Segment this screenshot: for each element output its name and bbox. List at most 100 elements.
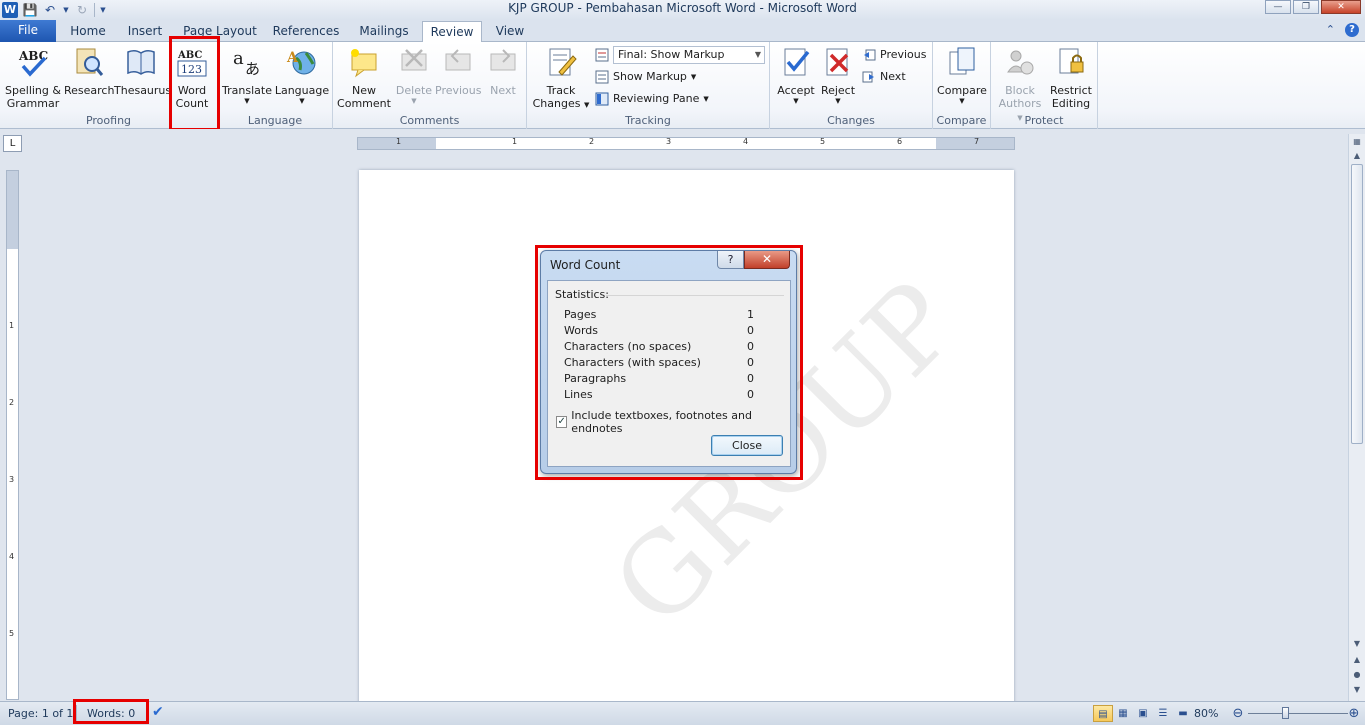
include-textboxes-checkbox-row[interactable]: ✓ Include textboxes, footnotes and endno… bbox=[556, 409, 790, 435]
print-layout-view-icon[interactable]: ▤ bbox=[1093, 705, 1113, 722]
help-icon[interactable]: ? bbox=[1345, 23, 1359, 37]
previous-page-icon[interactable]: ▲ bbox=[1351, 654, 1363, 666]
tab-mailings[interactable]: Mailings bbox=[352, 21, 416, 42]
proofing-status-icon[interactable]: ✔ bbox=[152, 704, 164, 720]
dialog-help-button[interactable]: ? bbox=[717, 251, 744, 269]
new-comment-icon bbox=[348, 46, 380, 78]
reviewing-pane-button[interactable]: Reviewing Pane ▼ bbox=[595, 90, 709, 108]
show-markup-icon bbox=[595, 70, 609, 84]
zoom-level[interactable]: 80% bbox=[1194, 707, 1218, 720]
restrict-editing-button[interactable]: Restrict Editing bbox=[1047, 46, 1095, 110]
statistics-label: Statistics: bbox=[555, 288, 609, 301]
tab-insert[interactable]: Insert bbox=[120, 21, 170, 42]
draft-view-icon[interactable]: ▬ bbox=[1173, 705, 1193, 722]
tab-home[interactable]: Home bbox=[62, 21, 114, 42]
research-button[interactable]: Research bbox=[64, 46, 114, 97]
delete-dropdown-icon: ▼ bbox=[411, 97, 417, 105]
spelling-grammar-button[interactable]: ABC Spelling & Grammar bbox=[4, 46, 62, 110]
tab-review[interactable]: Review bbox=[422, 21, 482, 43]
chevron-down-icon: ▼ bbox=[754, 50, 761, 59]
window-title: KJP GROUP - Pembahasan Microsoft Word - … bbox=[508, 1, 857, 15]
previous-comment-button[interactable]: Previous bbox=[435, 46, 482, 97]
research-icon bbox=[72, 46, 104, 78]
minimize-button[interactable]: — bbox=[1265, 0, 1291, 14]
reviewing-pane-icon bbox=[595, 92, 609, 106]
group-proofing: ABC Spelling & Grammar Research Thesauru… bbox=[0, 42, 218, 129]
zoom-out-icon[interactable]: ⊖ bbox=[1228, 705, 1248, 722]
scroll-down-icon[interactable]: ▼ bbox=[1351, 638, 1363, 650]
tab-page-layout[interactable]: Page Layout bbox=[180, 21, 260, 42]
outline-view-icon[interactable]: ☰ bbox=[1153, 705, 1173, 722]
tab-references[interactable]: References bbox=[268, 21, 344, 42]
ruler-number: 6 bbox=[897, 137, 903, 146]
restore-button[interactable]: ❐ bbox=[1293, 0, 1319, 14]
ruler-number: 4 bbox=[9, 552, 15, 561]
page-indicator[interactable]: Page: 1 of 1 bbox=[8, 707, 73, 720]
word-count-indicator[interactable]: Words: 0 bbox=[87, 707, 135, 720]
zoom-in-icon[interactable]: ⊕ bbox=[1344, 705, 1364, 722]
full-screen-reading-icon[interactable]: ▦ bbox=[1113, 705, 1133, 722]
include-textboxes-checkbox[interactable]: ✓ bbox=[556, 416, 568, 428]
reject-button[interactable]: Reject ▼ bbox=[818, 46, 858, 105]
horizontal-ruler[interactable]: 1 1 2 3 4 5 6 7 bbox=[357, 137, 1015, 150]
dialog-close-x-button[interactable]: ✕ bbox=[744, 251, 790, 269]
svg-text:A: A bbox=[286, 50, 299, 66]
scrollbar-thumb[interactable] bbox=[1351, 164, 1363, 444]
stat-row-characters-with-spaces: Characters (with spaces) 0 bbox=[564, 356, 754, 369]
scroll-up-icon[interactable]: ▲ bbox=[1351, 150, 1363, 162]
dialog-body: Statistics: Pages 1 Words 0 Characters (no… bbox=[547, 280, 791, 467]
stat-row-words: Words 0 bbox=[564, 324, 754, 337]
ruler-top-margin bbox=[7, 171, 18, 249]
zoom-slider-thumb[interactable] bbox=[1282, 707, 1289, 719]
minimize-ribbon-icon[interactable]: ⌃ bbox=[1326, 23, 1335, 37]
delete-comment-icon bbox=[398, 46, 430, 78]
translate-button[interactable]: aあ Translate ▼ bbox=[222, 46, 272, 105]
ribbon-review: ABC Spelling & Grammar Research Thesauru… bbox=[0, 42, 1365, 129]
browse-object-icon[interactable]: ● bbox=[1351, 669, 1363, 681]
language-button[interactable]: A Language ▼ bbox=[274, 46, 330, 105]
show-markup-button[interactable]: Show Markup ▼ bbox=[595, 68, 696, 86]
accept-dropdown-icon: ▼ bbox=[793, 97, 799, 105]
vertical-ruler[interactable]: 1 2 3 4 5 bbox=[6, 170, 19, 700]
previous-change-icon bbox=[862, 48, 876, 62]
tab-selector[interactable]: L bbox=[3, 135, 22, 152]
next-page-icon[interactable]: ▼ bbox=[1351, 684, 1363, 696]
display-review-icon bbox=[595, 48, 609, 62]
compare-dropdown-icon: ▼ bbox=[959, 97, 965, 105]
svg-text:あ: あ bbox=[245, 60, 260, 78]
accept-button[interactable]: Accept ▼ bbox=[774, 46, 818, 105]
next-comment-button[interactable]: Next bbox=[483, 46, 523, 97]
compare-button[interactable]: Compare ▼ bbox=[937, 46, 987, 105]
group-label-compare: Compare bbox=[936, 114, 987, 127]
ruler-number: 5 bbox=[820, 137, 826, 146]
compare-icon bbox=[946, 46, 978, 78]
zoom-slider-track[interactable] bbox=[1248, 713, 1348, 714]
vertical-scrollbar[interactable]: ▦ ▲ ▼ ▲ ● ▼ bbox=[1348, 134, 1365, 701]
stat-row-lines: Lines 0 bbox=[564, 388, 754, 401]
display-for-review-dropdown[interactable]: Final: Show Markup ▼ bbox=[613, 46, 765, 64]
ruler-number: 2 bbox=[9, 398, 15, 407]
translate-icon: aあ bbox=[231, 46, 263, 78]
stat-row-pages: Pages 1 bbox=[564, 308, 754, 321]
stat-row-paragraphs: Paragraphs 0 bbox=[564, 372, 754, 385]
group-comments: New Comment Delete ▼ Previous Next Comme… bbox=[333, 42, 527, 129]
previous-change-button[interactable]: Previous bbox=[862, 46, 927, 64]
thesaurus-book-icon bbox=[125, 46, 157, 78]
thesaurus-button[interactable]: Thesaurus bbox=[114, 46, 171, 97]
ruler-number: 5 bbox=[9, 629, 15, 638]
next-change-button[interactable]: Next bbox=[862, 68, 906, 86]
view-ruler-icon[interactable]: ▦ bbox=[1351, 136, 1363, 148]
show-markup-dropdown-icon: ▼ bbox=[690, 73, 697, 81]
group-label-comments: Comments bbox=[399, 114, 460, 127]
new-comment-button[interactable]: New Comment bbox=[337, 46, 391, 110]
track-changes-button[interactable]: Track Changes ▼ bbox=[531, 46, 591, 112]
close-window-button[interactable]: ✕ bbox=[1321, 0, 1361, 14]
status-bar: Page: 1 of 1 Words: 0 ✔ ▤ ▦ ▣ ☰ ▬ 80% ⊖ … bbox=[0, 701, 1365, 725]
delete-comment-button[interactable]: Delete ▼ bbox=[393, 46, 435, 105]
tab-view[interactable]: View bbox=[490, 21, 530, 42]
word-count-dialog: Word Count ? ✕ Statistics: Pages 1 Words 0… bbox=[540, 250, 797, 474]
tab-file[interactable]: File bbox=[0, 20, 56, 42]
web-layout-icon[interactable]: ▣ bbox=[1133, 705, 1153, 722]
word-count-button[interactable]: ABC 123 Word Count bbox=[170, 46, 214, 110]
close-button[interactable]: Close bbox=[711, 435, 783, 456]
